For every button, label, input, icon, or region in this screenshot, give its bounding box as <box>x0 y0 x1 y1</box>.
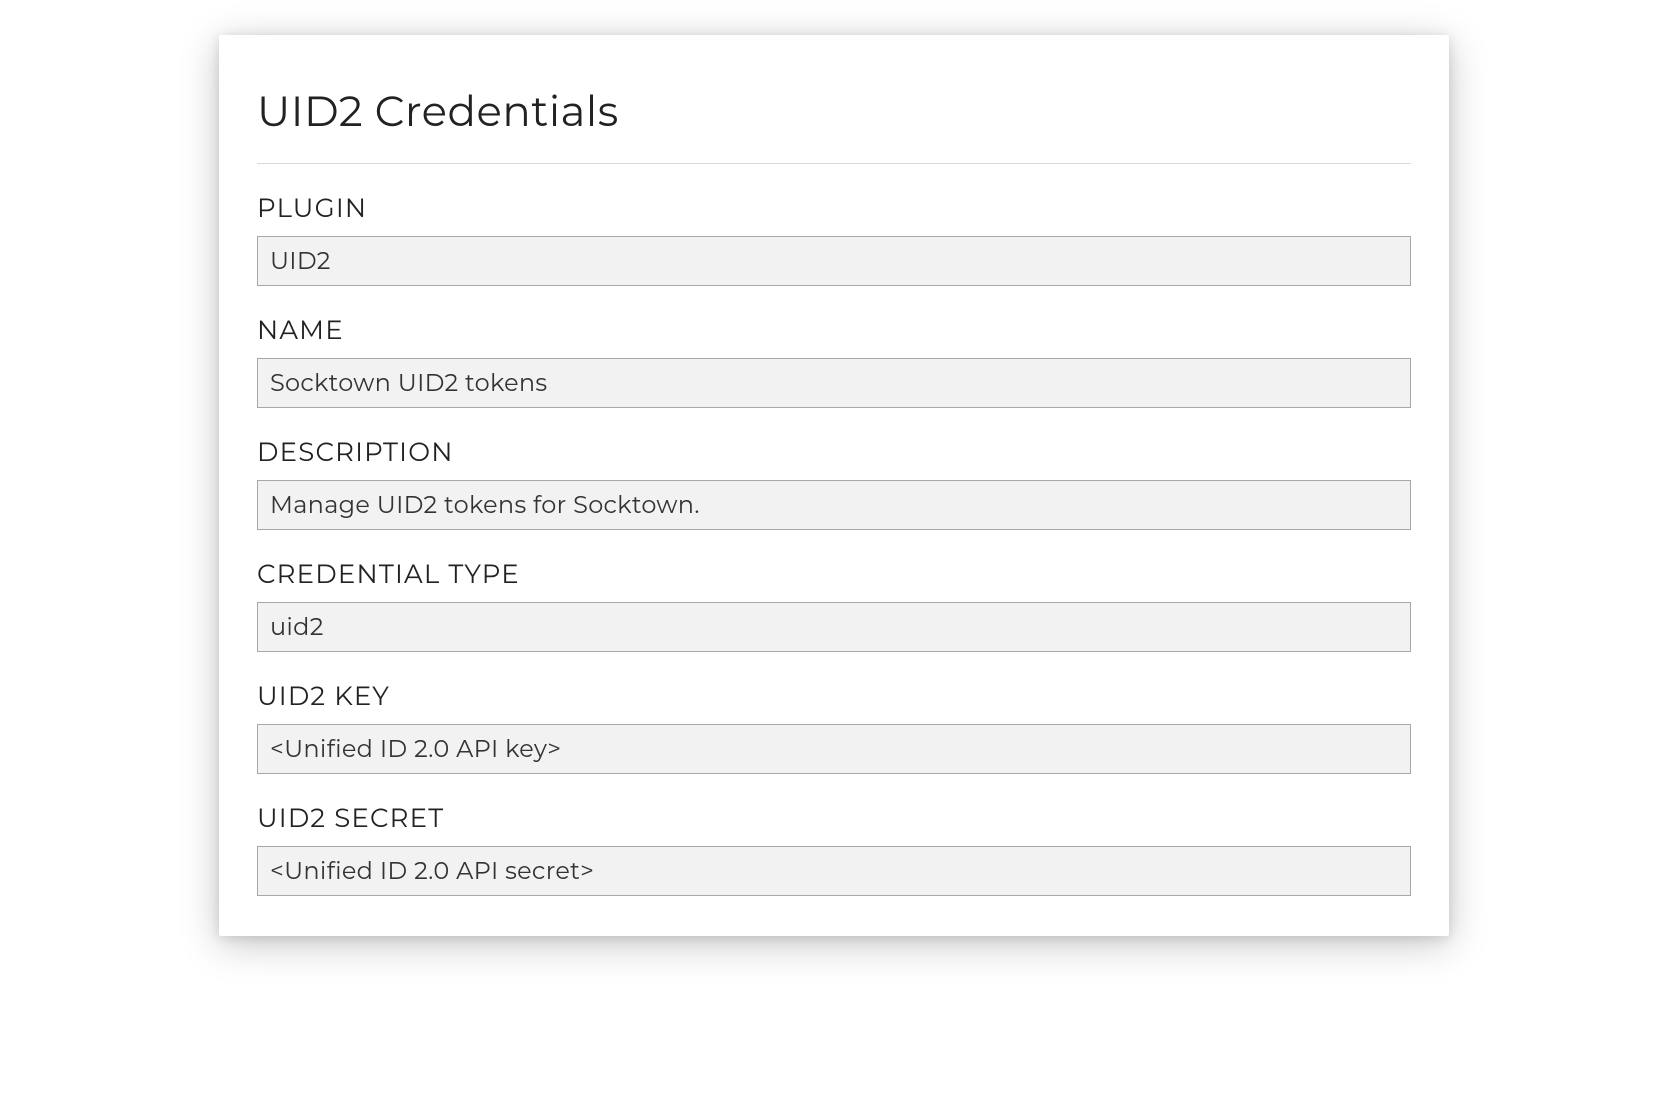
credential-type-field-group: CREDENTIAL TYPE <box>257 558 1411 652</box>
name-field-group: NAME <box>257 314 1411 408</box>
uid2-secret-input[interactable] <box>257 846 1411 896</box>
description-input[interactable] <box>257 480 1411 530</box>
description-field-group: DESCRIPTION <box>257 436 1411 530</box>
uid2-key-input[interactable] <box>257 724 1411 774</box>
uid2-secret-label: UID2 SECRET <box>257 802 1411 834</box>
name-label: NAME <box>257 314 1411 346</box>
page-title: UID2 Credentials <box>257 85 1411 164</box>
description-label: DESCRIPTION <box>257 436 1411 468</box>
credential-type-input[interactable] <box>257 602 1411 652</box>
plugin-field-group: PLUGIN <box>257 192 1411 286</box>
name-input[interactable] <box>257 358 1411 408</box>
plugin-input[interactable] <box>257 236 1411 286</box>
credential-type-label: CREDENTIAL TYPE <box>257 558 1411 590</box>
uid2-key-label: UID2 KEY <box>257 680 1411 712</box>
uid2-secret-field-group: UID2 SECRET <box>257 802 1411 896</box>
uid2-key-field-group: UID2 KEY <box>257 680 1411 774</box>
plugin-label: PLUGIN <box>257 192 1411 224</box>
credentials-card: UID2 Credentials PLUGIN NAME DESCRIPTION… <box>219 35 1449 936</box>
